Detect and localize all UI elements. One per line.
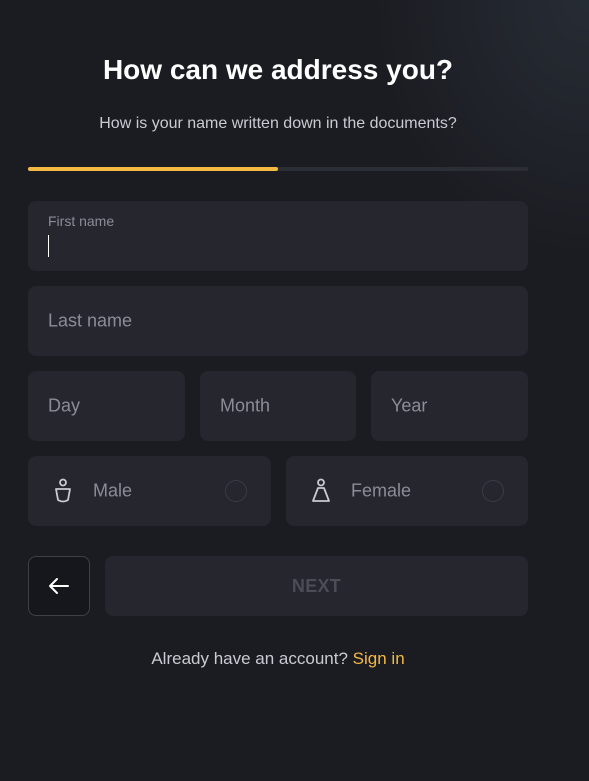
page-subtitle: How is your name written down in the doc… — [99, 115, 457, 132]
sign-in-link[interactable]: Sign in — [353, 649, 405, 668]
back-button[interactable] — [28, 556, 90, 616]
last-name-field[interactable]: Last name — [28, 286, 528, 356]
sign-in-prompt: Already have an account? Sign in — [28, 649, 528, 669]
day-field[interactable]: Day — [28, 371, 185, 441]
arrow-left-icon — [49, 578, 69, 594]
year-placeholder: Year — [391, 395, 428, 416]
next-button[interactable]: NEXT — [105, 556, 528, 616]
sign-in-prompt-text: Already have an account? — [151, 649, 348, 668]
male-label: Male — [93, 480, 133, 501]
last-name-placeholder: Last name — [48, 310, 133, 331]
month-placeholder: Month — [220, 395, 271, 416]
text-caret — [48, 235, 49, 257]
gender-option-male[interactable]: Male — [28, 456, 271, 526]
progress-fill — [28, 167, 278, 171]
male-radio[interactable] — [225, 480, 247, 502]
day-placeholder: Day — [48, 395, 81, 416]
first-name-field[interactable]: First name — [28, 201, 528, 271]
male-icon — [55, 478, 71, 503]
female-radio[interactable] — [482, 480, 504, 502]
progress-bar — [28, 167, 528, 171]
gender-option-female[interactable]: Female — [286, 456, 528, 526]
female-icon — [312, 478, 330, 502]
page-title: How can we address you? — [102, 54, 454, 85]
year-field[interactable]: Year — [371, 371, 528, 441]
month-field[interactable]: Month — [200, 371, 356, 441]
female-label: Female — [351, 480, 412, 501]
first-name-label: First name — [48, 213, 115, 229]
